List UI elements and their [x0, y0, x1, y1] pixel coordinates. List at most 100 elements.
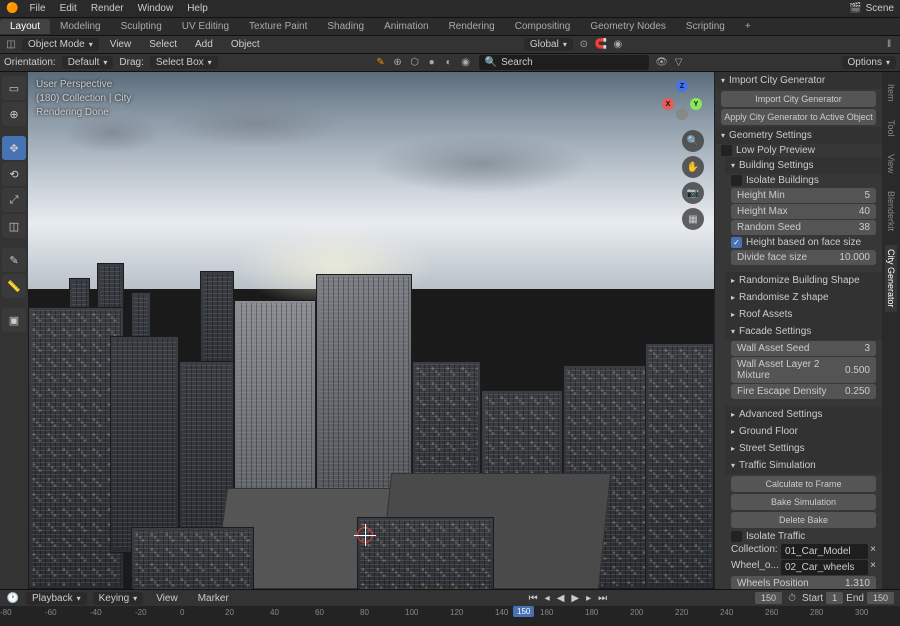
facade-header[interactable]: Facade Settings: [725, 323, 882, 340]
current-frame-input[interactable]: 150: [755, 592, 782, 604]
wheel-field[interactable]: Wheel_o...02_Car_wheels×: [731, 560, 876, 575]
orientation-dropdown[interactable]: Global: [524, 38, 573, 51]
editor-type-icon[interactable]: ◫: [4, 38, 18, 52]
building-panel-header[interactable]: Building Settings: [725, 157, 882, 174]
measure-tool[interactable]: 📏: [2, 274, 26, 298]
apply-btn[interactable]: Apply City Generator to Active Object: [721, 109, 876, 125]
search-input[interactable]: 🔍 Search: [479, 55, 649, 70]
tab-sculpting[interactable]: Sculpting: [111, 19, 172, 34]
tab-rendering[interactable]: Rendering: [439, 19, 505, 34]
annotate-tool[interactable]: ✎: [2, 248, 26, 272]
object-menu[interactable]: Object: [224, 37, 267, 52]
rotate-tool[interactable]: ⟲: [2, 162, 26, 186]
import-panel-header[interactable]: Import City Generator: [715, 72, 882, 89]
low-poly-checkbox[interactable]: [721, 145, 732, 156]
randomize-shape-header[interactable]: Randomize Building Shape: [725, 272, 882, 289]
ground-floor-header[interactable]: Ground Floor: [725, 423, 882, 440]
isolate-buildings-checkbox[interactable]: [731, 175, 742, 186]
roof-assets-header[interactable]: Roof Assets: [725, 306, 882, 323]
shading-rendered-icon[interactable]: ◉: [459, 56, 473, 70]
orientation-value-dropdown[interactable]: Default: [62, 56, 114, 69]
bake-sim-btn[interactable]: Bake Simulation: [731, 494, 876, 510]
geometry-panel-header[interactable]: Geometry Settings: [715, 127, 882, 144]
calc-frame-btn[interactable]: Calculate to Frame: [731, 476, 876, 492]
menu-help[interactable]: Help: [180, 1, 215, 16]
zoom-icon[interactable]: 🔍: [682, 130, 704, 152]
isolate-traffic-checkbox[interactable]: [731, 531, 742, 542]
visibility-icon[interactable]: 👁: [655, 56, 669, 70]
add-menu[interactable]: Add: [188, 37, 220, 52]
side-tab-item[interactable]: Item: [885, 80, 897, 106]
tab-animation[interactable]: Animation: [374, 19, 438, 34]
mode-dropdown[interactable]: Object Mode: [22, 38, 99, 51]
magnet-icon[interactable]: 🧲: [594, 38, 608, 52]
proportional-icon[interactable]: ◉: [611, 38, 625, 52]
jump-start-icon[interactable]: ⏮: [526, 593, 541, 604]
close-icon[interactable]: ×: [870, 560, 876, 575]
move-tool[interactable]: ✥: [2, 136, 26, 160]
divide-face-slider[interactable]: Divide face size10.000: [731, 250, 876, 265]
add-cube-tool[interactable]: ▣: [2, 308, 26, 332]
select-menu[interactable]: Select: [142, 37, 184, 52]
shading-material-icon[interactable]: ◐: [442, 56, 456, 70]
height-max-slider[interactable]: Height Max40: [731, 204, 876, 219]
end-frame-input[interactable]: 150: [867, 592, 894, 604]
gizmo-z[interactable]: Z: [676, 80, 688, 92]
playback-dropdown[interactable]: Playback: [26, 592, 87, 605]
select-box-tool[interactable]: ▭: [2, 76, 26, 100]
tab-shading[interactable]: Shading: [317, 19, 374, 34]
play-icon[interactable]: ▶: [568, 593, 582, 604]
tab-layout[interactable]: Layout: [0, 19, 50, 34]
camera-icon[interactable]: 📷: [682, 182, 704, 204]
tab-compositing[interactable]: Compositing: [505, 19, 581, 34]
collection-field[interactable]: Collection:01_Car_Model×: [731, 544, 876, 559]
timeline-cursor[interactable]: 150: [513, 606, 534, 617]
transform-tool[interactable]: ◫: [2, 214, 26, 238]
keying-dropdown[interactable]: Keying: [93, 592, 144, 605]
overlay-icon[interactable]: ✎: [374, 56, 388, 70]
filter-icon[interactable]: ▽: [672, 56, 686, 70]
snap-icon[interactable]: ⊙: [577, 38, 591, 52]
autokey-icon[interactable]: ⏱: [785, 591, 799, 605]
keyframe-next-icon[interactable]: ▸: [583, 593, 594, 604]
timeline-ruler[interactable]: 150 -80-60-40-20020406080100120140160180…: [0, 606, 900, 626]
n-panel[interactable]: Import City Generator Import City Genera…: [714, 72, 882, 589]
fire-escape-slider[interactable]: Fire Escape Density0.250: [731, 384, 876, 399]
drag-dropdown[interactable]: Select Box: [150, 56, 218, 69]
gizmo-neg[interactable]: [676, 108, 688, 120]
navigation-gizmo[interactable]: Z X Y: [662, 80, 702, 120]
start-frame-input[interactable]: 1: [826, 592, 843, 604]
tab-scripting[interactable]: Scripting: [676, 19, 735, 34]
menu-file[interactable]: File: [22, 1, 52, 16]
perspective-icon[interactable]: ▦: [682, 208, 704, 230]
shading-solid-icon[interactable]: ●: [425, 56, 439, 70]
shading-wireframe-icon[interactable]: ⬡: [408, 56, 422, 70]
timeline-marker-menu[interactable]: Marker: [191, 591, 236, 606]
tab-texture-paint[interactable]: Texture Paint: [239, 19, 317, 34]
side-tab-city-generator[interactable]: City Generator: [885, 245, 897, 312]
pan-icon[interactable]: ✋: [682, 156, 704, 178]
tab-modeling[interactable]: Modeling: [50, 19, 111, 34]
view-menu[interactable]: View: [103, 37, 139, 52]
pause-icon[interactable]: ‖: [882, 38, 896, 52]
gizmo-x[interactable]: X: [662, 98, 674, 110]
options-dropdown[interactable]: Options: [842, 56, 896, 69]
tab-add[interactable]: +: [735, 19, 761, 34]
random-seed-slider[interactable]: Random Seed38: [731, 220, 876, 235]
menu-edit[interactable]: Edit: [53, 1, 84, 16]
gizmo-toggle-icon[interactable]: ⊕: [391, 56, 405, 70]
close-icon[interactable]: ×: [870, 544, 876, 559]
wall-seed-slider[interactable]: Wall Asset Seed3: [731, 341, 876, 356]
side-tab-tool[interactable]: Tool: [885, 116, 897, 141]
advanced-header[interactable]: Advanced Settings: [725, 406, 882, 423]
wheels-pos-slider[interactable]: Wheels Position1.310: [731, 576, 876, 589]
randomise-z-header[interactable]: Randomise Z shape: [725, 289, 882, 306]
3d-viewport[interactable]: User Perspective (180) Collection | City…: [28, 72, 714, 589]
timeline-editor-icon[interactable]: 🕐: [6, 591, 20, 605]
cursor-tool[interactable]: ⊕: [2, 102, 26, 126]
menu-window[interactable]: Window: [131, 1, 181, 16]
keyframe-prev-icon[interactable]: ◂: [542, 593, 553, 604]
side-tab-view[interactable]: View: [885, 150, 897, 177]
jump-end-icon[interactable]: ⏭: [595, 593, 610, 604]
tab-geometry-nodes[interactable]: Geometry Nodes: [580, 19, 676, 34]
